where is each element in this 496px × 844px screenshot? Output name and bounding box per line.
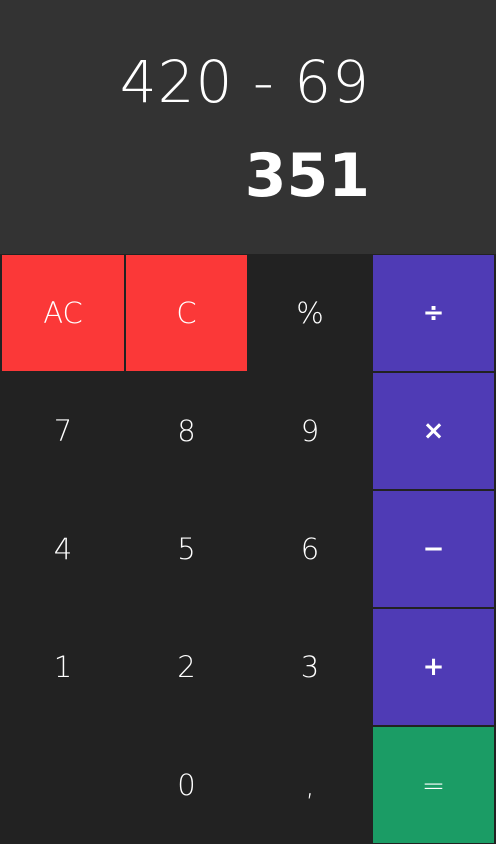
calculator-app: 420 - 69 351 AC C % ÷ 7 8 9 × 4 5 6 − 1 …	[0, 0, 496, 844]
digit-9-button[interactable]: 9	[249, 373, 371, 489]
digit-1-button[interactable]: 1	[2, 609, 124, 725]
subtract-button[interactable]: −	[373, 491, 494, 607]
all-clear-button[interactable]: AC	[2, 255, 124, 371]
digit-5-button[interactable]: 5	[126, 491, 247, 607]
add-button[interactable]: +	[373, 609, 494, 725]
keypad: AC C % ÷ 7 8 9 × 4 5 6 − 1 2 3 + 0 , =	[0, 254, 496, 844]
multiply-button[interactable]: ×	[373, 373, 494, 489]
clear-button[interactable]: C	[126, 255, 247, 371]
digit-7-button[interactable]: 7	[2, 373, 124, 489]
divide-button[interactable]: ÷	[373, 255, 494, 371]
digit-0-button[interactable]: 0	[126, 727, 247, 843]
equals-button[interactable]: =	[373, 727, 494, 843]
digit-6-button[interactable]: 6	[249, 491, 371, 607]
digit-3-button[interactable]: 3	[249, 609, 371, 725]
result-text: 351	[244, 141, 370, 211]
decimal-button[interactable]: ,	[249, 727, 371, 843]
expression-text: 420 - 69	[119, 48, 370, 116]
digit-8-button[interactable]: 8	[126, 373, 247, 489]
calculator-display: 420 - 69 351	[0, 0, 496, 254]
digit-4-button[interactable]: 4	[2, 491, 124, 607]
digit-2-button[interactable]: 2	[126, 609, 247, 725]
percent-button[interactable]: %	[249, 255, 371, 371]
